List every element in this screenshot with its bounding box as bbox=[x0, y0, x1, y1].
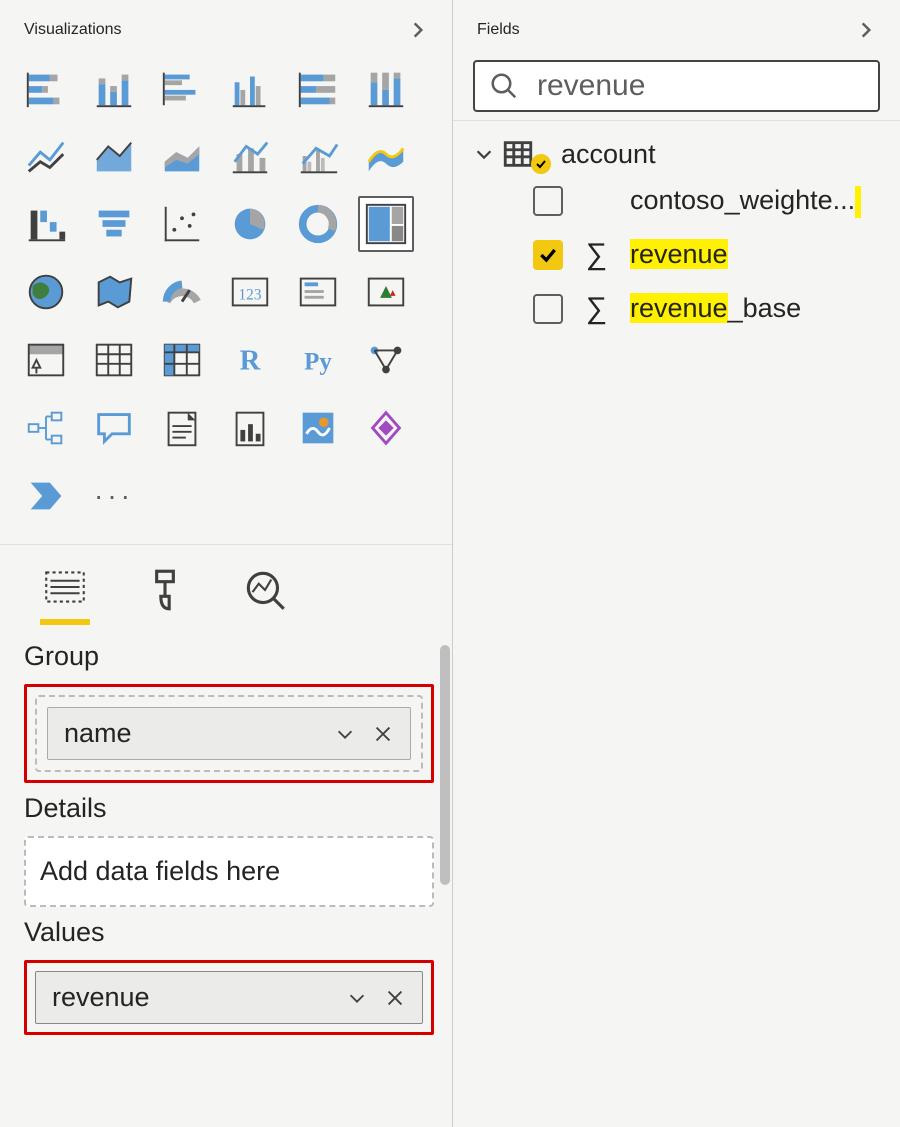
clustered-column-chart-icon[interactable] bbox=[222, 60, 278, 116]
details-placeholder: Add data fields here bbox=[36, 848, 422, 895]
decomposition-tree-icon[interactable] bbox=[18, 400, 74, 456]
table-node[interactable]: account bbox=[473, 137, 890, 171]
r-visual-icon[interactable]: R bbox=[222, 332, 278, 388]
power-automate-visual-icon[interactable] bbox=[18, 468, 74, 524]
line-chart-icon[interactable] bbox=[18, 128, 74, 184]
svg-text:R: R bbox=[240, 345, 262, 377]
smart-narrative-icon[interactable] bbox=[154, 400, 210, 456]
field-label: revenue_base bbox=[630, 293, 801, 324]
field-list: contoso_weighte... ∑ revenue ∑ revenue_base bbox=[533, 185, 890, 326]
svg-text:Py: Py bbox=[304, 349, 332, 376]
gauge-icon[interactable] bbox=[154, 264, 210, 320]
fields-tab[interactable] bbox=[40, 565, 90, 625]
field-checkbox[interactable] bbox=[533, 294, 563, 324]
kpi-icon[interactable] bbox=[358, 264, 414, 320]
slicer-icon[interactable] bbox=[18, 332, 74, 388]
search-icon bbox=[489, 71, 519, 101]
field-checkbox[interactable] bbox=[533, 186, 563, 216]
table-name: account bbox=[561, 139, 656, 170]
power-apps-visual-icon[interactable] bbox=[358, 400, 414, 456]
hundred-stacked-column-icon[interactable] bbox=[358, 60, 414, 116]
sigma-icon: ∑ bbox=[583, 238, 610, 272]
format-tab[interactable] bbox=[140, 565, 190, 625]
group-well-highlight: name bbox=[24, 684, 434, 783]
pie-chart-icon[interactable] bbox=[222, 196, 278, 252]
field-row[interactable]: contoso_weighte... bbox=[533, 185, 890, 218]
card-icon[interactable]: 123 bbox=[222, 264, 278, 320]
sigma-icon: ∑ bbox=[583, 292, 610, 326]
treemap-chart-icon[interactable] bbox=[358, 196, 414, 252]
key-influencers-icon[interactable] bbox=[358, 332, 414, 388]
values-well-title: Values bbox=[24, 917, 434, 948]
chevron-down-icon bbox=[473, 143, 495, 165]
ribbon-chart-icon[interactable] bbox=[358, 128, 414, 184]
more-visuals-button[interactable]: ··· bbox=[86, 468, 142, 524]
stacked-column-chart-icon[interactable] bbox=[86, 60, 142, 116]
arcgis-map-icon[interactable] bbox=[290, 400, 346, 456]
table-icon bbox=[501, 137, 535, 171]
chevron-down-icon[interactable] bbox=[346, 987, 368, 1009]
details-well[interactable]: Add data fields here bbox=[24, 836, 434, 907]
table-icon[interactable] bbox=[86, 332, 142, 388]
field-label: contoso_weighte... bbox=[630, 185, 861, 218]
hundred-stacked-bar-icon[interactable] bbox=[290, 60, 346, 116]
visualizations-header: Visualizations bbox=[0, 0, 452, 60]
remove-field-icon[interactable] bbox=[384, 987, 406, 1009]
clustered-bar-chart-icon[interactable] bbox=[154, 60, 210, 116]
scatter-chart-icon[interactable] bbox=[154, 196, 210, 252]
map-icon[interactable] bbox=[18, 264, 74, 320]
stacked-area-chart-icon[interactable] bbox=[154, 128, 210, 184]
group-well-title: Group bbox=[24, 641, 434, 672]
analytics-tab[interactable] bbox=[240, 565, 290, 625]
donut-chart-icon[interactable] bbox=[290, 196, 346, 252]
search-box[interactable] bbox=[473, 60, 880, 112]
values-field-label: revenue bbox=[52, 982, 150, 1013]
fields-title: Fields bbox=[477, 21, 520, 39]
paginated-report-icon[interactable] bbox=[222, 400, 278, 456]
remove-field-icon[interactable] bbox=[372, 723, 394, 745]
details-well-title: Details bbox=[24, 793, 434, 824]
collapse-fields-icon[interactable] bbox=[856, 20, 876, 40]
property-tabs bbox=[0, 544, 452, 625]
line-clustered-column-icon[interactable] bbox=[290, 128, 346, 184]
field-label: revenue bbox=[630, 239, 728, 270]
matrix-icon[interactable] bbox=[154, 332, 210, 388]
group-field-chip[interactable]: name bbox=[47, 707, 411, 760]
table-filter-badge bbox=[531, 154, 551, 174]
visualizations-title: Visualizations bbox=[24, 21, 122, 39]
field-checkbox[interactable] bbox=[533, 240, 563, 270]
chevron-down-icon[interactable] bbox=[334, 723, 356, 745]
multi-row-card-icon[interactable] bbox=[290, 264, 346, 320]
funnel-chart-icon[interactable] bbox=[86, 196, 142, 252]
group-field-label: name bbox=[64, 718, 132, 749]
search-input[interactable] bbox=[535, 68, 864, 104]
field-row[interactable]: ∑ revenue_base bbox=[533, 292, 890, 326]
area-chart-icon[interactable] bbox=[86, 128, 142, 184]
field-row[interactable]: ∑ revenue bbox=[533, 238, 890, 272]
collapse-visualizations-icon[interactable] bbox=[408, 20, 428, 40]
scrollbar-thumb[interactable] bbox=[440, 645, 450, 885]
svg-text:123: 123 bbox=[239, 287, 262, 304]
qa-visual-icon[interactable] bbox=[86, 400, 142, 456]
group-well[interactable]: name bbox=[35, 695, 423, 772]
values-field-chip[interactable]: revenue bbox=[35, 971, 423, 1024]
filled-map-icon[interactable] bbox=[86, 264, 142, 320]
line-stacked-column-icon[interactable] bbox=[222, 128, 278, 184]
waterfall-chart-icon[interactable] bbox=[18, 196, 74, 252]
visualization-gallery: 123 R Py ··· bbox=[0, 60, 452, 540]
values-well-highlight: revenue bbox=[24, 960, 434, 1035]
stacked-bar-chart-icon[interactable] bbox=[18, 60, 74, 116]
fields-header: Fields bbox=[453, 0, 900, 60]
python-visual-icon[interactable]: Py bbox=[290, 332, 346, 388]
